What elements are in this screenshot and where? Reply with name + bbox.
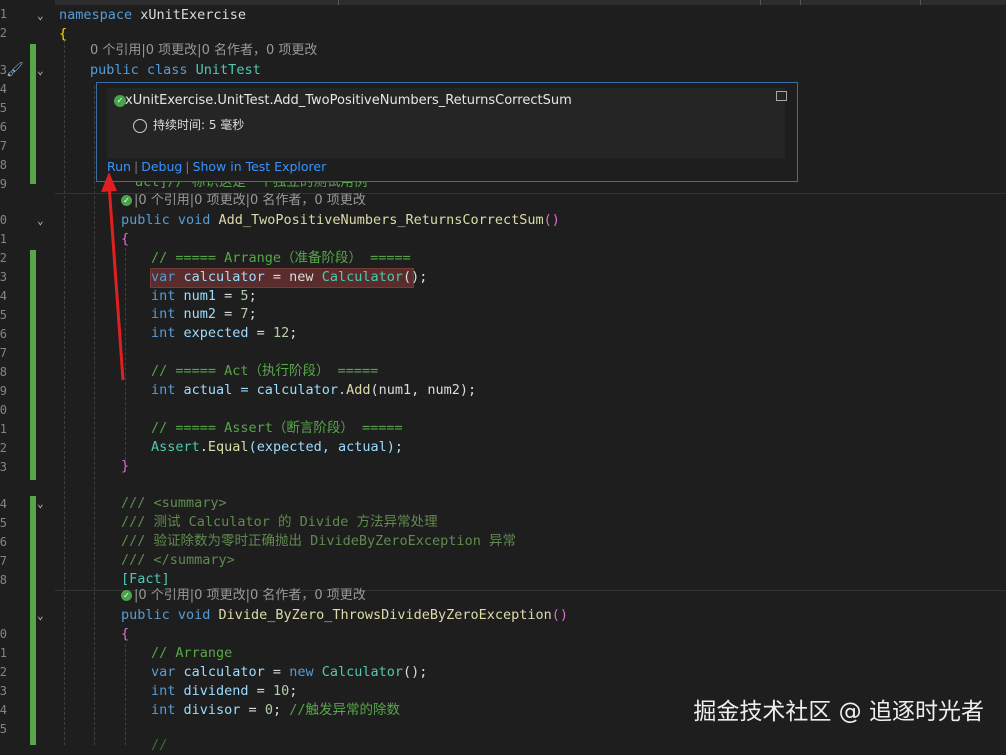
annotation-arrow bbox=[101, 172, 125, 381]
watermark: 掘金技术社区 @ 追逐时光者 bbox=[693, 699, 984, 725]
